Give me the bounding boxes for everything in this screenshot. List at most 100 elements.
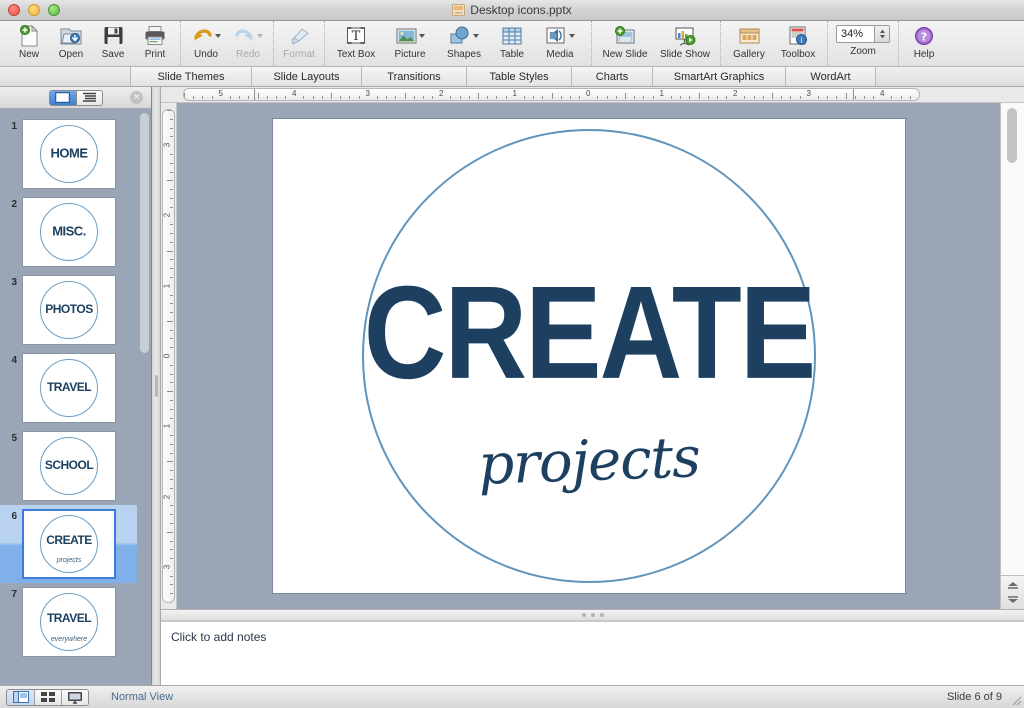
stepper-arrows-icon[interactable]: [874, 26, 889, 42]
toolbar-button-help[interactable]: ? Help: [903, 21, 945, 60]
new-slide-icon: [614, 24, 636, 47]
tab-wordart[interactable]: WordArt: [786, 67, 876, 86]
splitter-dot: [590, 613, 595, 617]
ruler-tick: [303, 96, 305, 99]
tab-slide-themes[interactable]: Slide Themes: [130, 67, 252, 86]
close-panel-icon[interactable]: ×: [130, 91, 143, 104]
toolbar-button-save[interactable]: Save: [92, 21, 134, 60]
tab-table-styles[interactable]: Table Styles: [467, 67, 572, 86]
toolbar-button-toolbox[interactable]: i Toolbox: [773, 21, 823, 60]
slide-thumbnail-7[interactable]: 7 TRAVEL everywhere: [0, 583, 137, 661]
toolbar-button-print[interactable]: Print: [134, 21, 176, 60]
toolbar-button-picture[interactable]: Picture: [383, 21, 437, 60]
slide-preview[interactable]: CREATE projects: [22, 509, 116, 579]
toolbar-button-shapes[interactable]: Shapes: [437, 21, 491, 60]
slide-number: 4: [11, 355, 17, 366]
canvas-scrollbar[interactable]: [1001, 103, 1024, 575]
redo-arrow-icon: [234, 26, 255, 45]
ruler-tick: [167, 602, 173, 603]
slide-subtitle-text[interactable]: projects: [273, 418, 905, 505]
tab-label: SmartArt Graphics: [673, 70, 765, 83]
media-dropdown-icon[interactable]: [568, 33, 575, 38]
slide-preview[interactable]: PHOTOS: [22, 275, 116, 345]
toolbar-label-print: Print: [144, 49, 166, 60]
toolbar-button-redo[interactable]: Redo: [227, 21, 269, 60]
ruler-tick: [170, 505, 173, 507]
ruler-tick: [542, 96, 544, 99]
sidebar-scrollbar[interactable]: [137, 109, 151, 685]
toolbar-button-text-box[interactable]: T Text Box: [329, 21, 383, 60]
slide-canvas[interactable]: CREATE projects: [177, 103, 1000, 609]
maximize-button[interactable]: [48, 4, 60, 16]
notes-pane[interactable]: Click to add notes: [161, 621, 1024, 685]
preview-title: CREATE: [46, 533, 92, 548]
toolbar-button-format[interactable]: Format: [278, 21, 320, 60]
canvas-scrollbar-thumb[interactable]: [1007, 108, 1017, 163]
ruler-tick: [413, 96, 415, 99]
slide-preview[interactable]: HOME: [22, 119, 116, 189]
tab-charts[interactable]: Charts: [572, 67, 653, 86]
pane-divider[interactable]: [152, 87, 161, 685]
text-box-icon: T: [346, 24, 366, 47]
redo-dropdown-icon[interactable]: [256, 33, 263, 38]
vertical-ruler-track[interactable]: 3 2 1 0 1 2 3: [162, 109, 175, 603]
slide-thumbnail-3[interactable]: 3 PHOTOS: [0, 271, 137, 349]
shapes-dropdown-icon[interactable]: [473, 33, 479, 38]
splitter-dot: [599, 613, 604, 617]
current-slide[interactable]: CREATE projects: [271, 118, 906, 594]
sidebar-scrollbar-thumb[interactable]: [139, 113, 149, 353]
tab-transitions[interactable]: Transitions: [362, 67, 467, 86]
slide-number: 1: [11, 121, 17, 132]
slide-preview[interactable]: TRAVEL everywhere: [22, 587, 116, 657]
slide-preview[interactable]: TRAVEL: [22, 353, 116, 423]
ruler-tick: [170, 522, 173, 524]
toolbar-button-new-slide[interactable]: New Slide: [596, 21, 654, 60]
slide-thumbnail-5[interactable]: 5 SCHOOL: [0, 427, 137, 505]
slide-thumbnail-6[interactable]: 6 CREATE projects: [0, 505, 137, 583]
tab-smartart-graphics[interactable]: SmartArt Graphics: [653, 67, 786, 86]
ruler-tick: [170, 276, 173, 278]
toolbar-button-gallery[interactable]: Gallery: [725, 21, 773, 60]
picture-dropdown-icon[interactable]: [418, 33, 425, 38]
slide-preview[interactable]: MISC.: [22, 197, 116, 267]
toolbar-button-table[interactable]: Table: [491, 21, 533, 60]
horizontal-ruler-track[interactable]: 5 4 3 2 1 0 1 2 3 4: [183, 88, 920, 101]
slide-thumbnail-2[interactable]: 2 MISC.: [0, 193, 137, 271]
shapes-icon: [449, 26, 471, 45]
slide-preview[interactable]: SCHOOL: [22, 431, 116, 501]
ruler-tick: [331, 93, 332, 99]
ruler-tick: [170, 268, 173, 270]
toolbar-button-new[interactable]: New: [8, 21, 50, 60]
toolbar-button-undo[interactable]: Undo: [185, 21, 227, 60]
slide-thumbnail-1[interactable]: 1 HOME: [0, 115, 137, 193]
toolbar-button-media[interactable]: Media: [533, 21, 587, 60]
view-name-label: Normal View: [111, 691, 174, 703]
minimize-button[interactable]: [28, 4, 40, 16]
navigator-view-toggle[interactable]: [48, 89, 103, 106]
view-mode-buttons[interactable]: [6, 688, 89, 706]
slide-title-text[interactable]: CREATE: [282, 267, 895, 399]
ruler-tick: [597, 96, 599, 99]
undo-dropdown-icon[interactable]: [214, 33, 221, 38]
previous-slide-icon[interactable]: [1007, 582, 1019, 591]
slide-thumbnail-4[interactable]: 4 TRAVEL: [0, 349, 137, 427]
toolbar-label-open: Open: [58, 49, 84, 60]
close-button[interactable]: [8, 4, 20, 16]
slide-sorter-icon[interactable]: [34, 689, 61, 705]
next-slide-icon[interactable]: [1007, 594, 1019, 603]
zoom-input[interactable]: 34%: [836, 25, 890, 43]
toolbar-group-insert: T Text Box Picture Shapes Table Media: [325, 21, 592, 67]
tab-slide-layouts[interactable]: Slide Layouts: [252, 67, 362, 86]
ruler-tick: [579, 96, 581, 99]
presenter-view-icon[interactable]: [61, 689, 88, 705]
resize-grip-icon[interactable]: [1010, 694, 1022, 706]
zoom-control[interactable]: 34% Zoom: [832, 21, 894, 57]
toolbar-button-slide-show[interactable]: Slide Show: [654, 21, 716, 60]
slides-view-icon[interactable]: [49, 90, 76, 105]
divider-grip[interactable]: [154, 375, 158, 397]
notes-splitter[interactable]: [161, 609, 1024, 621]
svg-text:?: ?: [921, 30, 927, 43]
toolbar-button-open[interactable]: Open: [50, 21, 92, 60]
normal-view-icon[interactable]: [7, 689, 34, 705]
outline-view-icon[interactable]: [75, 90, 102, 105]
